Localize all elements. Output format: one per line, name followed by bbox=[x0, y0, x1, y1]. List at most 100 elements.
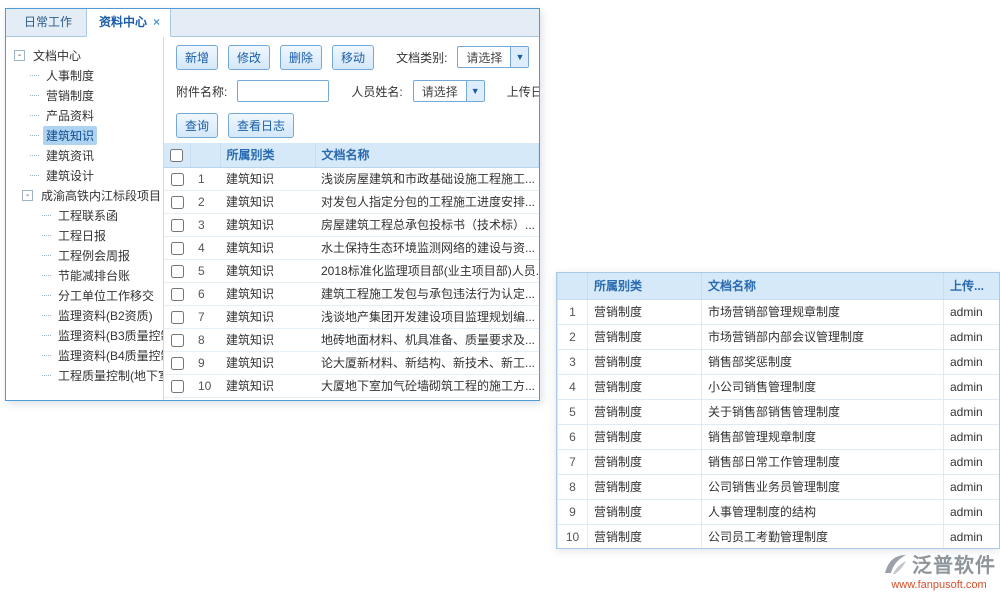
row-category: 营销制度 bbox=[588, 524, 702, 549]
collapse-icon[interactable]: - bbox=[22, 190, 33, 201]
tree-item-label: 文档中心 bbox=[30, 46, 84, 65]
toolbar-row-query: 查询 查看日志 bbox=[164, 113, 539, 137]
table-row[interactable]: 2 建筑知识 对发包人指定分包的工程施工进度安排... bbox=[164, 190, 539, 213]
table-row[interactable]: 10 建筑知识 大厦地下室加气砼墙砌筑工程的施工方... bbox=[164, 374, 539, 397]
row-number: 7 bbox=[558, 449, 588, 474]
row-uploader: admin bbox=[944, 374, 1000, 399]
doc-category-select[interactable]: 请选择 ▼ bbox=[457, 46, 529, 68]
row-doc-name[interactable]: 论大厦新材料、新结构、新技术、新工... bbox=[315, 351, 539, 374]
table-row[interactable]: 1 建筑知识 浅谈房屋建筑和市政基础设施工程施工... bbox=[164, 167, 539, 190]
row-doc-name[interactable]: 市场营销部内部会议管理制度 bbox=[702, 324, 944, 349]
row-doc-name[interactable]: 2018标准化监理项目部(业主项目部)人员... bbox=[315, 259, 539, 282]
row-number: 6 bbox=[558, 424, 588, 449]
row-doc-name[interactable]: 对发包人指定分包的工程施工进度安排... bbox=[315, 190, 539, 213]
row-category: 营销制度 bbox=[588, 424, 702, 449]
row-checkbox[interactable] bbox=[171, 334, 184, 347]
row-checkbox[interactable] bbox=[171, 288, 184, 301]
table-row[interactable]: 9 营销制度 人事管理制度的结构 admin bbox=[558, 499, 1000, 524]
row-doc-name[interactable]: 销售部奖惩制度 bbox=[702, 349, 944, 374]
table-row[interactable]: 4 建筑知识 水土保持生态环境监测网络的建设与资... bbox=[164, 236, 539, 259]
table-row[interactable]: 3 建筑知识 房屋建筑工程总承包投标书（技术标）... bbox=[164, 213, 539, 236]
tree-item-supervision-b4[interactable]: 监理资料(B4质量控制) bbox=[6, 345, 163, 365]
move-button[interactable]: 移动 bbox=[332, 45, 374, 70]
row-doc-name[interactable]: 浅谈房屋建筑和市政基础设施工程施工... bbox=[315, 167, 539, 190]
row-number: 10 bbox=[190, 374, 220, 397]
row-doc-name[interactable]: 销售部日常工作管理制度 bbox=[702, 449, 944, 474]
query-button[interactable]: 查询 bbox=[176, 113, 218, 138]
row-doc-name[interactable]: 房屋建筑工程总承包投标书（技术标）... bbox=[315, 213, 539, 236]
close-icon[interactable]: × bbox=[153, 15, 160, 29]
doc-category-value: 请选择 bbox=[458, 49, 510, 66]
tree-item-marketing-policy[interactable]: 营销制度 bbox=[6, 85, 163, 105]
person-name-label: 人员姓名: bbox=[351, 83, 402, 100]
row-doc-name[interactable]: 水土保持生态环境监测网络的建设与资... bbox=[315, 236, 539, 259]
tab-daily-work[interactable]: 日常工作 bbox=[10, 8, 86, 36]
row-doc-name[interactable]: 人事管理制度的结构 bbox=[702, 499, 944, 524]
table-row[interactable]: 3 营销制度 销售部奖惩制度 admin bbox=[558, 349, 1000, 374]
row-checkbox[interactable] bbox=[171, 196, 184, 209]
row-number: 8 bbox=[190, 328, 220, 351]
person-name-select[interactable]: 请选择 ▼ bbox=[413, 80, 485, 102]
select-all-checkbox[interactable] bbox=[170, 149, 183, 162]
tree-item-hr-policy[interactable]: 人事制度 bbox=[6, 65, 163, 85]
tree-item-supervision-b3[interactable]: 监理资料(B3质量控制) bbox=[6, 325, 163, 345]
tree-item-construction-knowledge[interactable]: 建筑知识 bbox=[6, 125, 163, 145]
row-checkbox[interactable] bbox=[171, 219, 184, 232]
table-row[interactable]: 6 建筑知识 建筑工程施工发包与承包违法行为认定... bbox=[164, 282, 539, 305]
tree-item-project-root[interactable]: - 成渝高铁内江标段项目 bbox=[6, 185, 163, 205]
view-log-button[interactable]: 查看日志 bbox=[228, 113, 294, 138]
row-checkbox[interactable] bbox=[171, 357, 184, 370]
row-doc-name[interactable]: 大厦地下室加气砼墙砌筑工程的施工方... bbox=[315, 374, 539, 397]
collapse-icon[interactable]: - bbox=[14, 50, 25, 61]
delete-button[interactable]: 删除 bbox=[280, 45, 322, 70]
table-row[interactable]: 6 营销制度 销售部管理规章制度 admin bbox=[558, 424, 1000, 449]
table-row[interactable]: 1 营销制度 市场营销部管理规章制度 admin bbox=[558, 299, 1000, 324]
row-category: 建筑知识 bbox=[220, 236, 315, 259]
add-button[interactable]: 新增 bbox=[176, 45, 218, 70]
edit-button[interactable]: 修改 bbox=[228, 45, 270, 70]
tree-item-quality-basement[interactable]: 工程质量控制(地下室) bbox=[6, 365, 163, 385]
tree-item-supervision-b2[interactable]: 监理资料(B2资质) bbox=[6, 305, 163, 325]
tree-item-doc-center[interactable]: - 文档中心 bbox=[6, 45, 163, 65]
row-doc-name[interactable]: 小公司销售管理制度 bbox=[702, 374, 944, 399]
row-doc-name[interactable]: 关于销售部销售管理制度 bbox=[702, 399, 944, 424]
row-doc-name[interactable]: 浅谈地产集团开发建设项目监理规划编... bbox=[315, 305, 539, 328]
row-checkbox[interactable] bbox=[171, 265, 184, 278]
row-number: 8 bbox=[558, 474, 588, 499]
table-row[interactable]: 4 营销制度 小公司销售管理制度 admin bbox=[558, 374, 1000, 399]
row-doc-name[interactable]: 建筑工程施工发包与承包违法行为认定... bbox=[315, 282, 539, 305]
table-row[interactable]: 7 建筑知识 浅谈地产集团开发建设项目监理规划编... bbox=[164, 305, 539, 328]
row-doc-name[interactable]: 市场营销部管理规章制度 bbox=[702, 299, 944, 324]
table-row[interactable]: 7 营销制度 销售部日常工作管理制度 admin bbox=[558, 449, 1000, 474]
table-row[interactable]: 8 营销制度 公司销售业务员管理制度 admin bbox=[558, 474, 1000, 499]
row-category: 建筑知识 bbox=[220, 351, 315, 374]
row-category: 建筑知识 bbox=[220, 282, 315, 305]
tab-data-center[interactable]: 资料中心 × bbox=[86, 8, 171, 37]
attachment-name-input[interactable] bbox=[237, 80, 329, 102]
row-checkbox[interactable] bbox=[171, 173, 184, 186]
table-row[interactable]: 5 营销制度 关于销售部销售管理制度 admin bbox=[558, 399, 1000, 424]
table-row[interactable]: 10 营销制度 公司员工考勤管理制度 admin bbox=[558, 524, 1000, 549]
row-number: 4 bbox=[558, 374, 588, 399]
row-doc-name[interactable]: 地砖地面材料、机具准备、质量要求及... bbox=[315, 328, 539, 351]
tree-item-label: 建筑知识 bbox=[43, 126, 97, 145]
row-checkbox[interactable] bbox=[171, 311, 184, 324]
tree-item-construction-news[interactable]: 建筑资讯 bbox=[6, 145, 163, 165]
table-row[interactable]: 2 营销制度 市场营销部内部会议管理制度 admin bbox=[558, 324, 1000, 349]
tree-item-work-transfer[interactable]: 分工单位工作移交 bbox=[6, 285, 163, 305]
tree-item-energy-ledger[interactable]: 节能减排台账 bbox=[6, 265, 163, 285]
col-uploader: 上传... bbox=[944, 273, 1000, 299]
table-row[interactable]: 9 建筑知识 论大厦新材料、新结构、新技术、新工... bbox=[164, 351, 539, 374]
row-checkbox[interactable] bbox=[171, 242, 184, 255]
tree-item-project-letter[interactable]: 工程联系函 bbox=[6, 205, 163, 225]
row-checkbox[interactable] bbox=[171, 380, 184, 393]
tree-item-project-weekly-report[interactable]: 工程例会周报 bbox=[6, 245, 163, 265]
tree-item-project-daily-report[interactable]: 工程日报 bbox=[6, 225, 163, 245]
row-doc-name[interactable]: 公司销售业务员管理制度 bbox=[702, 474, 944, 499]
tree-item-construction-design[interactable]: 建筑设计 bbox=[6, 165, 163, 185]
row-doc-name[interactable]: 公司员工考勤管理制度 bbox=[702, 524, 944, 549]
tree-item-product-data[interactable]: 产品资料 bbox=[6, 105, 163, 125]
row-doc-name[interactable]: 销售部管理规章制度 bbox=[702, 424, 944, 449]
table-row[interactable]: 5 建筑知识 2018标准化监理项目部(业主项目部)人员... bbox=[164, 259, 539, 282]
table-row[interactable]: 8 建筑知识 地砖地面材料、机具准备、质量要求及... bbox=[164, 328, 539, 351]
